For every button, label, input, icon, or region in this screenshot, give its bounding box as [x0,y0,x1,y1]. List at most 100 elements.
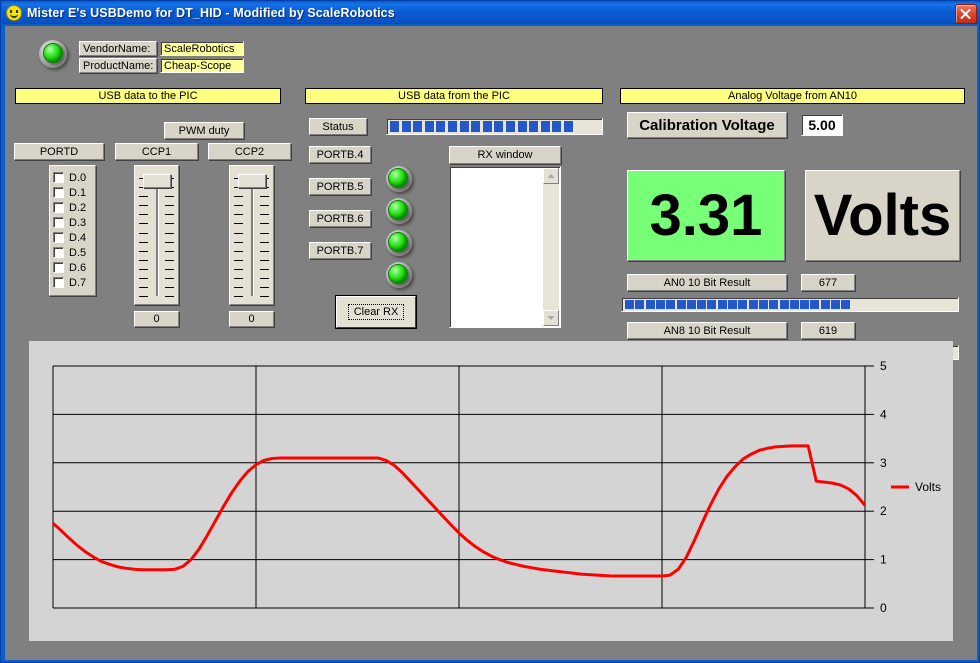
portd-checkbox-group: D.0 D.1 D.2 D.3 D.4 [49,165,96,296]
slider-track [251,188,254,296]
list-item[interactable]: D.0 [50,170,95,185]
slider-thumb[interactable] [238,174,266,188]
checkbox-label: D.6 [69,262,86,274]
list-item[interactable]: D.1 [50,185,95,200]
progress-segment [769,300,778,309]
progress-segment [687,300,696,309]
status-label: Status [309,118,367,135]
progress-segment [821,300,830,309]
checkbox-d6[interactable] [53,262,64,273]
progress-segment [718,300,727,309]
an0-result-label: AN0 10 Bit Result [627,274,787,291]
list-item[interactable]: D.2 [50,200,95,215]
checkbox-label: D.3 [69,217,86,229]
checkbox-label: D.7 [69,277,86,289]
voltage-reading-display: 3.31 [627,170,785,261]
checkbox-d1[interactable] [53,187,64,198]
progress-segment [436,121,445,132]
progress-segment [448,121,457,132]
progress-segment [800,300,809,309]
status-progress-bar [386,118,603,135]
scroll-down-icon[interactable] [543,310,559,326]
rx-window-label: RX window [449,146,561,164]
checkbox-d5[interactable] [53,247,64,258]
progress-segment [656,300,665,309]
progress-segment [841,300,850,309]
ccp2-value: 0 [229,311,274,327]
progress-segment [810,300,819,309]
chart-ytick-label: 5 [880,359,887,373]
product-name-value[interactable]: Cheap-Scope [160,58,244,73]
checkbox-label: D.4 [69,232,86,244]
close-icon[interactable] [955,4,977,24]
chart-legend-label: Volts [915,480,941,494]
ccp2-slider[interactable] [229,165,274,305]
vendor-name-value[interactable]: ScaleRobotics [160,41,244,56]
portb6-led [388,232,408,252]
checkbox-d2[interactable] [53,202,64,213]
progress-segment [529,121,538,132]
checkbox-d4[interactable] [53,232,64,243]
ccp2-header: CCP2 [208,143,291,160]
progress-segment [460,121,469,132]
calibration-voltage-value[interactable]: 5.00 [801,114,843,136]
progress-segment [425,121,434,132]
portb5-label: PORTB.5 [309,178,371,195]
progress-segment [506,121,515,132]
checkbox-label: D.1 [69,187,86,199]
slider-ticks-right [165,178,174,296]
voltage-units-display: Volts [805,170,960,261]
list-item[interactable]: D.4 [50,230,95,245]
voltage-chart: 012345Volts [29,341,953,641]
slider-thumb[interactable] [143,174,171,188]
slider-ticks-right [260,178,269,296]
portb6-label: PORTB.6 [309,210,371,227]
portb4-label: PORTB.4 [309,146,371,163]
slider-ticks-left [139,178,148,296]
application-window: Mister E's USBDemo for DT_HID - Modified… [0,0,980,663]
list-item[interactable]: D.3 [50,215,95,230]
clear-rx-button[interactable]: Clear RX [336,296,416,328]
progress-segment [697,300,706,309]
clear-rx-label: Clear RX [348,304,405,320]
checkbox-label: D.5 [69,247,86,259]
progress-segment [552,121,561,132]
list-item[interactable]: D.5 [50,245,95,260]
progress-segment [541,121,550,132]
chart-ytick-label: 4 [880,407,887,421]
usb-to-pic-header: USB data to the PIC [15,88,281,104]
portb7-label: PORTB.7 [309,242,371,259]
progress-segment [646,300,655,309]
analog-header: Analog Voltage from AN10 [620,88,965,104]
portb4-led [388,168,408,188]
progress-segment [707,300,716,309]
list-item[interactable]: D.7 [50,275,95,290]
rx-scrollbar[interactable] [543,168,559,326]
progress-segment [635,300,644,309]
ccp1-header: CCP1 [115,143,198,160]
scroll-up-icon[interactable] [543,168,559,184]
progress-segment [831,300,840,309]
progress-segment [494,121,503,132]
checkbox-d7[interactable] [53,277,64,288]
checkbox-d3[interactable] [53,217,64,228]
progress-segment [483,121,492,132]
window-title: Mister E's USBDemo for DT_HID - Modified… [27,6,395,20]
progress-segment [790,300,799,309]
ccp1-value: 0 [134,311,179,327]
checkbox-d0[interactable] [53,172,64,183]
progress-segment [390,121,399,132]
progress-segment [759,300,768,309]
checkbox-label: D.0 [69,172,86,184]
product-name-label: ProductName: [79,58,157,73]
chart-ytick-label: 0 [880,601,887,615]
rx-window[interactable] [449,166,561,328]
connection-led [43,43,63,63]
portb7-led [388,264,408,284]
an8-result-label: AN8 10 Bit Result [627,322,787,339]
list-item[interactable]: D.6 [50,260,95,275]
progress-segment [749,300,758,309]
an0-result-value: 677 [801,274,855,291]
ccp1-slider[interactable] [134,165,179,305]
client-area: VendorName: ScaleRobotics ProductName: C… [5,26,977,660]
